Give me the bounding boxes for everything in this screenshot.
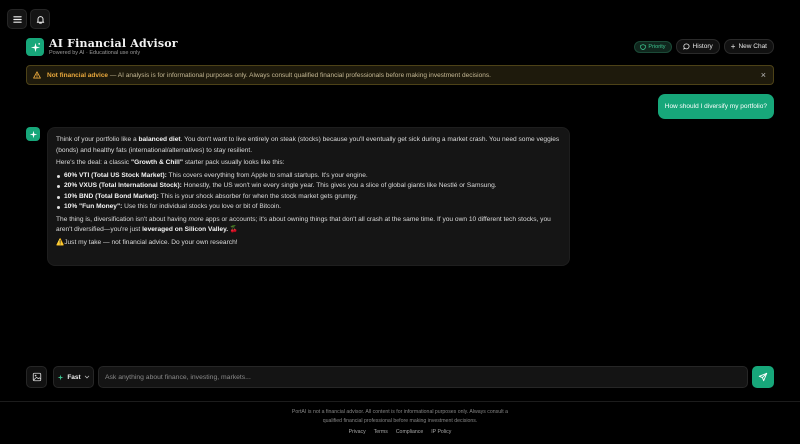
allocation-list: 60% VTI (Total US Stock Market): This co… [56, 171, 561, 213]
mode-label: Fast [67, 373, 81, 381]
text-run-bold: "Growth & Chill" [130, 159, 183, 166]
ai-paragraph: Here's the deal: a classic "Growth & Chi… [56, 158, 561, 169]
chat-input-bar: Fast [26, 366, 774, 389]
list-item-title: 10% BND (Total Bond Market): [64, 192, 159, 200]
footer-link-privacy[interactable]: Privacy [349, 429, 366, 435]
new-chat-button[interactable]: + New Chat [723, 39, 774, 54]
disclaimer-body: — AI analysis is for informational purpo… [108, 71, 491, 79]
disclaimer-title: Not financial advice [47, 71, 109, 79]
list-item-title: 20% VXUS (Total International Stock): [64, 182, 182, 189]
footer-disclaimer: PortAI is not a financial advisor. All c… [0, 408, 800, 425]
cherry-emoji: 🍒 [228, 226, 239, 233]
text-run: Just my take — not financial advice. Do … [64, 238, 238, 246]
warning-emoji-icon: ⚠️ [56, 238, 65, 246]
app-subtitle: Powered by AI · Educational use only [49, 50, 141, 56]
text-run-italic: more [188, 215, 204, 223]
sparkle-icon [29, 130, 37, 138]
chat-input[interactable] [98, 366, 748, 388]
footer-link-ip-policy[interactable]: IP Policy [431, 429, 451, 435]
notifications-button[interactable] [30, 9, 50, 29]
history-button[interactable]: History [675, 39, 720, 54]
menu-icon [12, 15, 22, 23]
close-icon[interactable]: × [761, 70, 766, 80]
text-run: Think of your portfolio like a [56, 136, 139, 143]
shield-icon [640, 43, 647, 50]
warning-icon [33, 71, 41, 79]
user-message: How should I diversify my portfolio? [657, 94, 774, 119]
app-header: AI Financial Advisor Powered by AI · Edu… [26, 37, 774, 59]
list-item-text: Honestly, the US won't win every single … [181, 182, 497, 189]
list-item-text: This is your shock absorber for when the… [158, 192, 358, 200]
history-label: History [692, 43, 713, 50]
text-run: starter pack usually looks like this: [182, 159, 285, 166]
sparkle-icon [57, 374, 64, 380]
list-item-title: 10% "Fun Money": [64, 203, 123, 210]
ai-paragraph: ⚠️Just my take — not financial advice. D… [56, 238, 561, 249]
ai-message: Think of your portfolio like a balanced … [47, 127, 570, 266]
send-icon [758, 372, 768, 382]
chat-bubble-icon [682, 43, 689, 50]
attach-image-button[interactable] [26, 366, 47, 388]
footer-text-line: qualified financial professional before … [322, 417, 478, 424]
plus-icon: + [730, 41, 736, 51]
footer-text-line: PortAI is not a financial advisor. All c… [291, 409, 509, 415]
ai-paragraph: The thing is, diversification isn't abou… [56, 215, 561, 236]
app-logo [26, 38, 44, 56]
list-item: 10% BND (Total Bond Market): This is you… [56, 192, 561, 203]
text-run-bold: leveraged on Silicon Valley. [142, 226, 229, 233]
list-item: 10% "Fun Money": Use this for individual… [56, 202, 561, 213]
ai-paragraph: Think of your portfolio like a balanced … [56, 135, 561, 156]
list-item-text: Use this for individual stocks you love … [122, 203, 281, 210]
disclaimer-banner: Not financial advice — AI analysis is fo… [26, 65, 774, 85]
mode-selector[interactable]: Fast [53, 366, 94, 388]
chevron-down-icon [84, 375, 89, 379]
list-item: 20% VXUS (Total International Stock): Ho… [56, 181, 561, 192]
list-item: 60% VTI (Total US Stock Market): This co… [56, 171, 561, 182]
sparkle-icon [30, 42, 40, 52]
footer-link-compliance[interactable]: Compliance [396, 429, 423, 435]
menu-button[interactable] [7, 9, 27, 29]
footer-link-terms[interactable]: Terms [374, 429, 388, 435]
image-icon [32, 372, 41, 382]
text-run: The thing is, diversification isn't abou… [56, 215, 189, 223]
text-run-bold: balanced diet [138, 136, 181, 143]
send-button[interactable] [752, 366, 774, 388]
text-run: Here's the deal: a classic [56, 159, 131, 166]
list-item-text: This covers everything from Apple to sma… [166, 171, 368, 179]
priority-label: Priority [648, 43, 666, 50]
footer-links: Privacy Terms Compliance IP Policy [0, 429, 800, 435]
bell-icon [36, 15, 44, 24]
ai-avatar [26, 127, 40, 141]
footer-divider [0, 401, 800, 402]
priority-badge: Priority [634, 40, 672, 53]
new-chat-label: New Chat [738, 43, 767, 50]
app-title: AI Financial Advisor [49, 37, 178, 50]
disclaimer-text: Not financial advice — AI analysis is fo… [47, 72, 491, 79]
list-item-title: 60% VTI (Total US Stock Market): [64, 171, 167, 179]
